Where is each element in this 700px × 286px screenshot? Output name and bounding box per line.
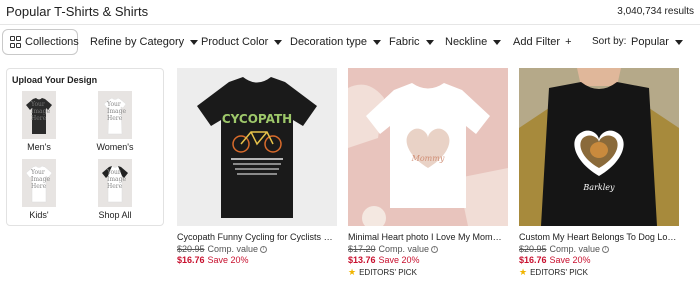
editors-pick-badge: ★ EDITORS' PICK: [519, 267, 588, 278]
sale-row: $16.76 Save 20%: [177, 255, 249, 265]
comp-value-label: Comp. value: [207, 244, 259, 254]
star-icon: ★: [519, 267, 528, 277]
collections-button[interactable]: Collections: [2, 29, 79, 55]
comp-price: $17.20: [348, 244, 376, 254]
results-count: 3,040,734 results: [617, 6, 694, 17]
upload-tile-label[interactable]: Women's: [90, 142, 140, 152]
caret-down-icon: [493, 39, 502, 45]
save-label: Save 20%: [207, 255, 249, 265]
product-title[interactable]: Cycopath Funny Cycling for Cyclists and …: [177, 232, 337, 242]
filter-product-color[interactable]: Product Color: [201, 36, 283, 48]
product-title[interactable]: Minimal Heart photo I Love My Mommy T...: [348, 232, 508, 242]
page-header: Popular T-Shirts & Shirts 3,040,734 resu…: [0, 0, 700, 24]
save-label: Save 20%: [549, 255, 591, 265]
price-row: $17.20 Comp. value i: [348, 244, 439, 254]
upload-tile-kids[interactable]: Your Image Here: [22, 159, 56, 207]
upload-tile-mens[interactable]: Your Image Here: [22, 91, 56, 139]
upload-tile-label[interactable]: Men's: [14, 142, 64, 152]
filter-label: Add Filter: [513, 36, 561, 48]
shirt-art-text: Barkley: [582, 183, 615, 192]
filter-fabric[interactable]: Fabric: [389, 36, 434, 48]
filter-label: Product Color: [201, 36, 269, 48]
filter-neckline[interactable]: Neckline: [445, 36, 502, 48]
upload-placeholder-text: Your Image Here: [31, 101, 51, 122]
save-label: Save 20%: [378, 255, 420, 265]
filter-label: Refine by Category: [90, 36, 185, 48]
product-image[interactable]: CYCOPATH: [177, 68, 337, 226]
collections-label: Collections: [25, 36, 79, 48]
upload-placeholder-text: Your Image Here: [107, 169, 127, 190]
comp-price: $20.95: [177, 244, 205, 254]
header-divider: [0, 24, 700, 25]
filter-refine-by-category[interactable]: Refine by Category: [90, 36, 199, 48]
upload-tile-label[interactable]: Shop All: [90, 210, 140, 220]
filter-decoration-type[interactable]: Decoration type: [290, 36, 382, 48]
star-icon: ★: [348, 267, 357, 277]
sort-select[interactable]: Popular: [631, 36, 683, 48]
product-image[interactable]: Barkley: [519, 68, 679, 226]
editors-pick-badge: ★ EDITORS' PICK: [348, 267, 417, 278]
sort-label: Sort by:: [592, 36, 627, 47]
shirt-art-text: Mommy: [411, 154, 445, 163]
sale-row: $13.76 Save 20%: [348, 255, 420, 265]
grid-icon: [10, 36, 21, 48]
add-filter-button[interactable]: Add Filter +: [513, 36, 572, 48]
caret-down-icon: [190, 39, 199, 45]
caret-down-icon: [373, 39, 382, 45]
upload-placeholder-text: Your Image Here: [107, 101, 127, 122]
badge-label: EDITORS' PICK: [359, 268, 417, 277]
tshirt-image: CYCOPATH: [197, 77, 317, 218]
page-title: Popular T-Shirts & Shirts: [6, 4, 149, 19]
filter-bar: Collections Refine by Category Product C…: [0, 28, 700, 56]
info-icon[interactable]: i: [260, 245, 268, 253]
comp-value-label: Comp. value: [378, 244, 430, 254]
filter-label: Neckline: [445, 36, 488, 48]
comp-price: $20.95: [519, 244, 547, 254]
info-icon[interactable]: i: [431, 245, 439, 253]
tshirt-image: Barkley: [519, 68, 679, 226]
badge-label: EDITORS' PICK: [530, 268, 588, 277]
info-icon[interactable]: i: [602, 245, 610, 253]
filter-label: Decoration type: [290, 36, 368, 48]
filter-label: Fabric: [389, 36, 420, 48]
sale-row: $16.76 Save 20%: [519, 255, 591, 265]
caret-down-icon: [425, 39, 434, 45]
upload-title: Upload Your Design: [12, 75, 98, 85]
product-title[interactable]: Custom My Heart Belongs To Dog Lover ...: [519, 232, 679, 242]
comp-value-label: Comp. value: [549, 244, 601, 254]
upload-tile-label[interactable]: Kids': [14, 210, 64, 220]
upload-design-card: Upload Your Design Your Image Here Men's…: [6, 68, 164, 226]
sale-price: $13.76: [348, 255, 376, 265]
sort-value: Popular: [631, 36, 669, 48]
price-row: $20.95 Comp. value i: [519, 244, 610, 254]
caret-down-icon: [274, 39, 283, 45]
sale-price: $16.76: [519, 255, 547, 265]
upload-tile-shop-all[interactable]: Your Image Here: [98, 159, 132, 207]
sale-price: $16.76: [177, 255, 205, 265]
shirt-art-text: CYCOPATH: [222, 112, 292, 126]
plus-icon: +: [565, 36, 572, 48]
upload-placeholder-text: Your Image Here: [31, 169, 51, 190]
price-row: $20.95 Comp. value i: [177, 244, 268, 254]
product-image[interactable]: Mommy: [348, 68, 508, 226]
tshirt-image: Mommy: [348, 68, 508, 226]
upload-tile-womens[interactable]: Your Image Here: [98, 91, 132, 139]
caret-down-icon: [674, 39, 683, 45]
